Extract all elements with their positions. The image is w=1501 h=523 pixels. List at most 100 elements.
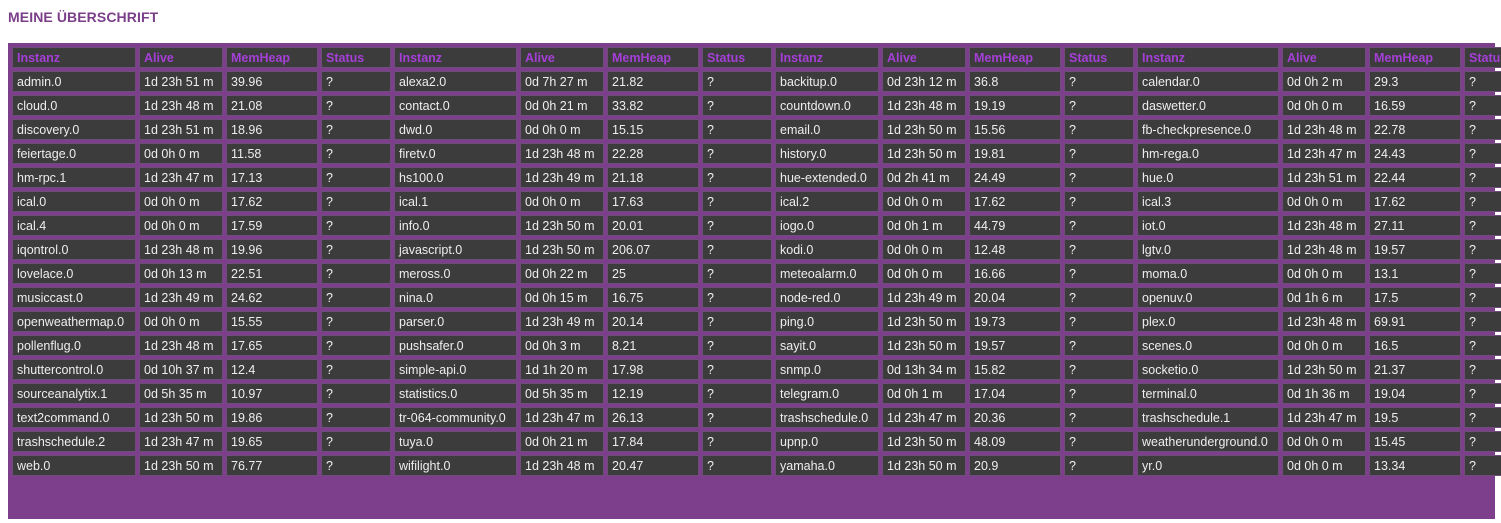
cell-instanz: discovery.0 xyxy=(12,119,136,140)
cell-status: ? xyxy=(1064,407,1134,428)
cell-memheap: 16.66 xyxy=(969,263,1061,284)
cell-memheap: 15.56 xyxy=(969,119,1061,140)
cell-instanz: admin.0 xyxy=(12,71,136,92)
cell-status: ? xyxy=(1064,239,1134,260)
cell-instanz: iogo.0 xyxy=(775,215,879,236)
cell-alive: 0d 0h 0 m xyxy=(1282,431,1366,452)
cell-instanz: javascript.0 xyxy=(394,239,517,260)
cell-instanz: calendar.0 xyxy=(1137,71,1279,92)
column-header-instanz: Instanz xyxy=(12,47,136,68)
cell-alive: 0d 0h 0 m xyxy=(139,143,223,164)
table-row: lovelace.0 0d 0h 13 m 22.51? meross.0 0d 0h … xyxy=(12,263,1501,284)
column-header-memheap: MemHeap xyxy=(607,47,699,68)
header-row: Instanz Alive MemHeap Status Instanz Alive Mem… xyxy=(12,47,1501,68)
column-header-alive: Alive xyxy=(520,47,604,68)
cell-status: ? xyxy=(702,215,772,236)
cell-memheap: 19.04 xyxy=(1369,383,1461,404)
cell-alive: 0d 0h 0 m xyxy=(520,119,604,140)
table-row: admin.0 1d 23h 51 m 39.96? alexa2.0 0d 7h 27… xyxy=(12,71,1501,92)
cell-alive: 1d 23h 48 m xyxy=(1282,119,1366,140)
cell-status: ? xyxy=(1064,383,1134,404)
cell-alive: 1d 23h 47 m xyxy=(139,167,223,188)
cell-alive: 1d 23h 50 m xyxy=(882,143,966,164)
cell-memheap: 17.65 xyxy=(226,335,318,356)
cell-status: ? xyxy=(702,407,772,428)
column-header-memheap: MemHeap xyxy=(226,47,318,68)
cell-alive: 1d 23h 47 m xyxy=(1282,407,1366,428)
column-header-memheap: MemHeap xyxy=(969,47,1061,68)
cell-status: ? xyxy=(1464,383,1501,404)
cell-memheap: 12.48 xyxy=(969,239,1061,260)
cell-instanz: yr.0 xyxy=(1137,455,1279,476)
cell-alive: 0d 10h 37 m xyxy=(139,359,223,380)
cell-instanz: ical.3 xyxy=(1137,191,1279,212)
cell-status: ? xyxy=(1464,239,1501,260)
cell-memheap: 22.51 xyxy=(226,263,318,284)
cell-alive: 0d 0h 1 m xyxy=(882,383,966,404)
cell-status: ? xyxy=(702,119,772,140)
cell-status: ? xyxy=(702,335,772,356)
cell-memheap: 25 xyxy=(607,263,699,284)
cell-instanz: openuv.0 xyxy=(1137,287,1279,308)
cell-alive: 1d 23h 49 m xyxy=(139,287,223,308)
table-row: shuttercontrol.0 0d 10h 37 m 12.4? simple-a… xyxy=(12,359,1501,380)
cell-alive: 1d 23h 48 m xyxy=(139,335,223,356)
cell-instanz: history.0 xyxy=(775,143,879,164)
cell-instanz: lovelace.0 xyxy=(12,263,136,284)
cell-status: ? xyxy=(1064,71,1134,92)
cell-memheap: 20.04 xyxy=(969,287,1061,308)
table-row: iqontrol.0 1d 23h 48 m 19.96? javascript.0 1… xyxy=(12,239,1501,260)
cell-status: ? xyxy=(321,311,391,332)
cell-alive: 0d 0h 2 m xyxy=(1282,71,1366,92)
cell-alive: 0d 23h 12 m xyxy=(882,71,966,92)
cell-instanz: cloud.0 xyxy=(12,95,136,116)
table-row: discovery.0 1d 23h 51 m 18.96? dwd.0 0d 0h 0… xyxy=(12,119,1501,140)
cell-instanz: backitup.0 xyxy=(775,71,879,92)
cell-memheap: 19.19 xyxy=(969,95,1061,116)
cell-alive: 0d 0h 0 m xyxy=(1282,191,1366,212)
cell-memheap: 15.15 xyxy=(607,119,699,140)
cell-memheap: 17.13 xyxy=(226,167,318,188)
cell-status: ? xyxy=(1064,311,1134,332)
cell-memheap: 27.11 xyxy=(1369,215,1461,236)
cell-alive: 0d 13h 34 m xyxy=(882,359,966,380)
cell-instanz: countdown.0 xyxy=(775,95,879,116)
cell-status: ? xyxy=(1464,143,1501,164)
cell-instanz: hs100.0 xyxy=(394,167,517,188)
cell-alive: 1d 23h 50 m xyxy=(1282,359,1366,380)
cell-memheap: 22.78 xyxy=(1369,119,1461,140)
cell-status: ? xyxy=(1064,287,1134,308)
cell-memheap: 12.4 xyxy=(226,359,318,380)
cell-status: ? xyxy=(1464,407,1501,428)
table-row: hm-rpc.1 1d 23h 47 m 17.13? hs100.0 1d 23h 4… xyxy=(12,167,1501,188)
cell-memheap: 18.96 xyxy=(226,119,318,140)
cell-instanz: pollenflug.0 xyxy=(12,335,136,356)
cell-memheap: 20.47 xyxy=(607,455,699,476)
cell-memheap: 19.65 xyxy=(226,431,318,452)
cell-status: ? xyxy=(321,263,391,284)
cell-instanz: info.0 xyxy=(394,215,517,236)
column-header-status: Status xyxy=(321,47,391,68)
cell-instanz: weatherunderground.0 xyxy=(1137,431,1279,452)
cell-instanz: scenes.0 xyxy=(1137,335,1279,356)
cell-instanz: simple-api.0 xyxy=(394,359,517,380)
table-row: feiertage.0 0d 0h 0 m 11.58? firetv.0 1d 23h… xyxy=(12,143,1501,164)
cell-alive: 1d 23h 50 m xyxy=(882,455,966,476)
cell-alive: 1d 23h 50 m xyxy=(520,239,604,260)
table-row: ical.0 0d 0h 0 m 17.62? ical.1 0d 0h 0 m 17.6… xyxy=(12,191,1501,212)
cell-alive: 1d 23h 49 m xyxy=(882,287,966,308)
cell-memheap: 17.62 xyxy=(226,191,318,212)
cell-instanz: ical.2 xyxy=(775,191,879,212)
cell-instanz: email.0 xyxy=(775,119,879,140)
table-body: admin.0 1d 23h 51 m 39.96? alexa2.0 0d 7h 27… xyxy=(12,71,1501,476)
cell-alive: 1d 23h 48 m xyxy=(139,239,223,260)
cell-status: ? xyxy=(702,71,772,92)
cell-status: ? xyxy=(1464,263,1501,284)
cell-alive: 0d 0h 21 m xyxy=(520,95,604,116)
cell-alive: 0d 0h 0 m xyxy=(139,191,223,212)
cell-status: ? xyxy=(321,239,391,260)
cell-alive: 1d 23h 48 m xyxy=(1282,311,1366,332)
table-row: pollenflug.0 1d 23h 48 m 17.65? pushsafer.0… xyxy=(12,335,1501,356)
cell-memheap: 19.96 xyxy=(226,239,318,260)
column-header-status: Status xyxy=(1064,47,1134,68)
